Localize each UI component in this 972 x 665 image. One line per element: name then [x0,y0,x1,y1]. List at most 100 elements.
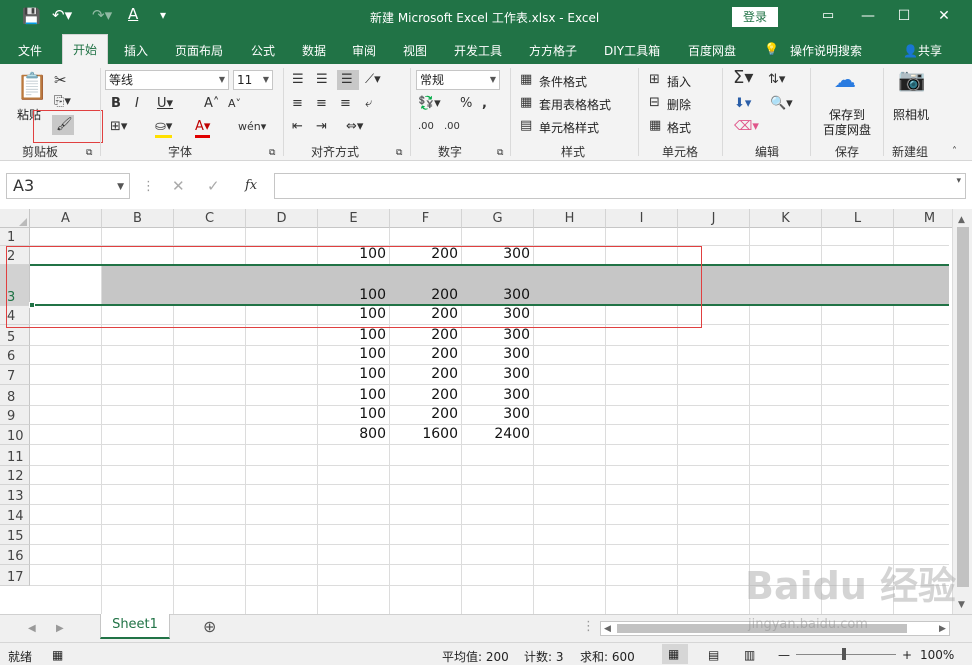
comma-style-icon[interactable]: , [482,96,487,112]
cell-G6[interactable]: 300 [462,346,530,362]
normal-view-button[interactable]: ▦ [662,644,688,664]
cell-G10[interactable]: 2400 [462,426,530,442]
cell-E8[interactable]: 100 [318,387,386,403]
column-header-L[interactable]: L [822,209,894,228]
tab-home[interactable]: 开始 [62,34,108,65]
page-break-view-icon[interactable]: ▥ [744,648,755,662]
underline-icon[interactable]: U▾ [157,96,173,112]
cell-F7[interactable]: 200 [390,366,458,382]
cell-G9[interactable]: 300 [462,406,530,422]
collapse-ribbon-icon[interactable]: ˄ [952,144,957,160]
cell-E9[interactable]: 100 [318,406,386,422]
share-button[interactable]: 👤共享 [903,42,942,59]
align-center-icon[interactable]: ≡ [316,96,327,112]
clear-icon[interactable]: ⌫▾ [734,119,759,135]
conditional-format-button[interactable]: 条件格式 [539,73,587,90]
dialog-launcher-icon[interactable]: ⧉ [396,145,402,161]
macro-record-icon[interactable]: ▦ [52,648,63,662]
row-header-6[interactable]: 6 [0,346,30,365]
expand-formula-icon[interactable]: ▾ [956,176,961,186]
phonetic-icon[interactable]: wén▾ [238,119,266,135]
increase-indent-icon[interactable]: ⇥ [316,119,327,135]
align-right-icon[interactable]: ≡ [340,96,351,112]
tab-insert[interactable]: 插入 [124,42,148,59]
row-header-8[interactable]: 8 [0,385,30,406]
cut-icon[interactable]: ✂ [54,72,67,88]
row-header-7[interactable]: 7 [0,365,30,385]
scroll-thumb[interactable] [957,227,969,587]
zoom-in-icon[interactable]: + [902,648,912,662]
enter-icon[interactable]: ✓ [207,178,220,194]
tab-fangfange[interactable]: 方方格子 [529,42,577,59]
tab-review[interactable]: 审阅 [352,42,376,59]
column-header-B[interactable]: B [102,209,174,228]
cell-E10[interactable]: 800 [318,426,386,442]
baidu-netdisk-label[interactable]: 百度网盘 [823,121,871,138]
column-header-J[interactable]: J [678,209,750,228]
cell-G7[interactable]: 300 [462,366,530,382]
dialog-launcher-icon[interactable]: ⧉ [269,145,275,161]
row-header-11[interactable]: 11 [0,445,30,466]
login-button[interactable]: 登录 [732,7,778,27]
align-top-icon[interactable]: ☰ [292,72,304,88]
align-middle-icon[interactable]: ☰ [316,72,328,88]
cell-E6[interactable]: 100 [318,346,386,362]
page-layout-view-icon[interactable]: ▤ [708,648,719,662]
clipboard-icon[interactable]: 📋 [16,72,48,102]
save-icon[interactable]: 💾 [22,7,41,25]
row-header-15[interactable]: 15 [0,525,30,545]
camera-icon[interactable]: 📷 [898,70,925,92]
tab-view[interactable]: 视图 [403,42,427,59]
cancel-icon[interactable]: ✕ [172,178,185,194]
zoom-slider[interactable] [796,654,896,655]
decrease-font-icon[interactable]: A˅ [228,96,241,112]
increase-decimal-icon[interactable]: .00 [418,119,434,135]
baidu-netdisk-icon[interactable]: ☁ [834,70,856,92]
format-cells-button[interactable]: 格式 [667,119,691,136]
camera-label[interactable]: 照相机 [893,106,929,123]
cell-F10[interactable]: 1600 [390,426,458,442]
cell-F8[interactable]: 200 [390,387,458,403]
row-header-14[interactable]: 14 [0,505,30,525]
tab-developer[interactable]: 开发工具 [454,42,502,59]
row-header-9[interactable]: 9 [0,406,30,425]
row-header-1[interactable]: 1 [0,228,30,246]
row-header-12[interactable]: 12 [0,466,30,485]
cell-F5[interactable]: 200 [390,327,458,343]
splitter-icon[interactable]: ⋮ [582,619,595,635]
font-color-icon[interactable]: A▾ [195,119,211,138]
worksheet-grid[interactable]: ABCDEFGHIJKLM 1 2 3 4 5 6 7 8 9 10 11 12 13 14 15 16 17 … [0,209,972,614]
customize-qat-icon[interactable]: ▾ [160,8,166,22]
align-bottom-button[interactable]: ☰ [337,70,359,90]
cell-F9[interactable]: 200 [390,406,458,422]
maximize-icon[interactable]: ☐ [892,5,916,27]
close-icon[interactable]: ✕ [932,5,956,27]
row-header-17[interactable]: 17 [0,565,30,586]
font-color-quick-icon[interactable]: A [128,5,138,23]
zoom-out-icon[interactable]: — [778,648,790,662]
column-header-C[interactable]: C [174,209,246,228]
prev-sheet-icon[interactable]: ◀ [28,621,36,637]
dialog-launcher-icon[interactable]: ⧉ [86,145,92,161]
column-header-E[interactable]: E [318,209,390,228]
column-header-D[interactable]: D [246,209,318,228]
orientation-icon[interactable]: ⟋▾ [365,72,381,88]
cell-E7[interactable]: 100 [318,366,386,382]
delete-cells-button[interactable]: 删除 [667,96,691,113]
column-header-H[interactable]: H [534,209,606,228]
cell-G8[interactable]: 300 [462,387,530,403]
sort-filter-icon[interactable]: ⇅▾ [768,72,785,88]
decrease-decimal-icon[interactable]: .00 [444,119,460,135]
tab-page-layout[interactable]: 页面布局 [175,42,223,59]
column-header-A[interactable]: A [30,209,102,228]
vertical-scrollbar[interactable]: ▲ ▼ [952,209,972,614]
number-format-select[interactable]: 常规 ▼ [416,70,500,90]
border-icon[interactable]: ⊞▾ [110,119,127,135]
row-header-13[interactable]: 13 [0,485,30,505]
ribbon-display-icon[interactable]: ▭ [816,5,840,27]
scroll-up-icon[interactable]: ▲ [958,212,965,228]
scroll-down-icon[interactable]: ▼ [958,597,965,613]
format-as-table-button[interactable]: 套用表格格式 [539,96,611,113]
merge-center-icon[interactable]: ⇔▾ [346,119,363,135]
increase-font-icon[interactable]: A˄ [204,96,219,112]
